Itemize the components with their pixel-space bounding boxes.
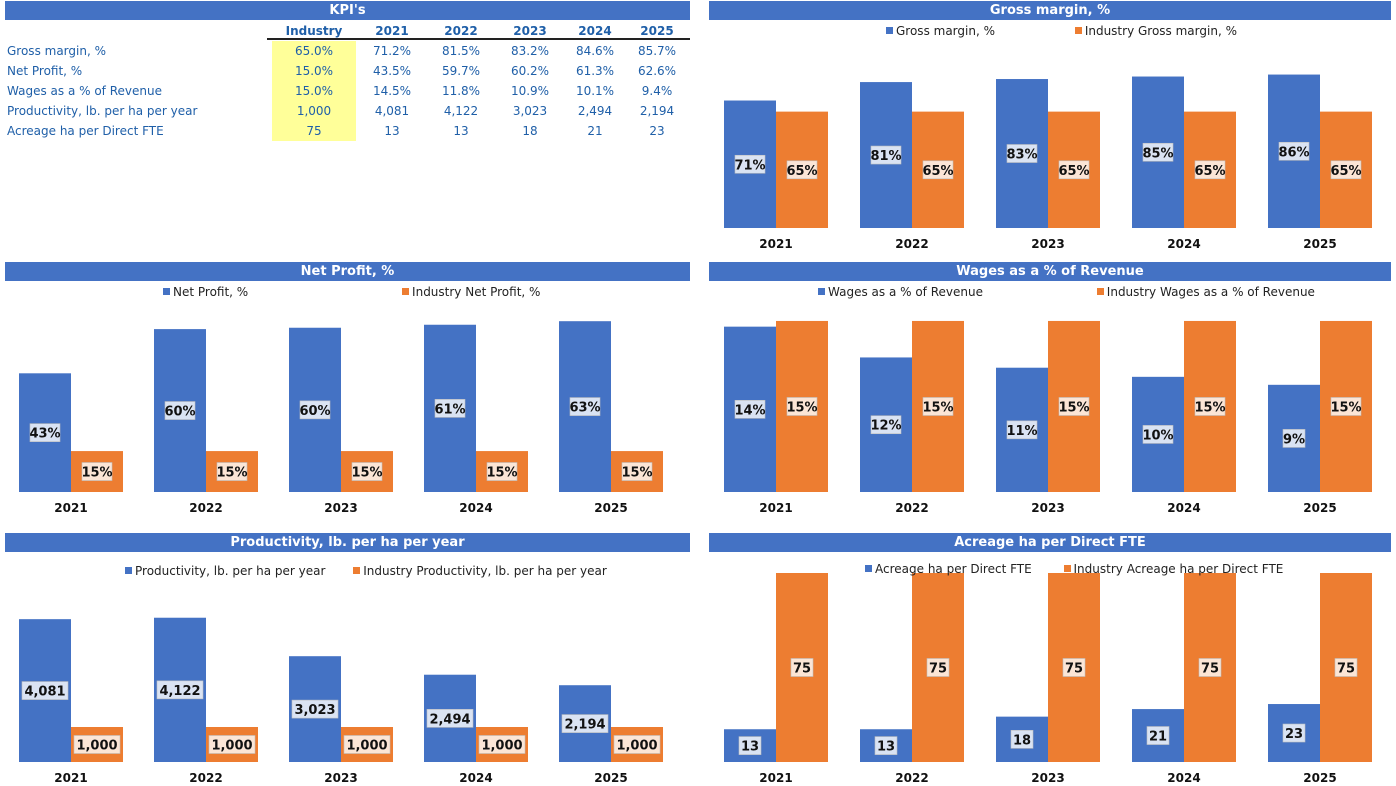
x-tick-label: 2025 <box>594 501 627 515</box>
data-label: 15% <box>1058 400 1089 415</box>
data-label: 15% <box>216 466 247 481</box>
legend-swatch-blue <box>865 565 872 572</box>
data-label: 2,494 <box>429 712 470 727</box>
acreage-legend: Acreage ha per Direct FTE Industry Acrea… <box>865 562 1283 576</box>
x-tick-label: 2021 <box>759 501 792 515</box>
data-label: 60% <box>164 405 195 420</box>
data-label: 15% <box>786 400 817 415</box>
x-tick-label: 2023 <box>1031 771 1064 785</box>
x-tick-label: 2024 <box>459 501 492 515</box>
data-label: 71% <box>734 158 765 173</box>
data-label: 10% <box>1142 428 1173 443</box>
data-label: 60% <box>299 404 330 419</box>
data-label: 75 <box>1065 662 1083 677</box>
x-tick-label: 2025 <box>1303 501 1336 515</box>
data-label: 15% <box>81 466 112 481</box>
data-label: 11% <box>1006 424 1037 439</box>
legend-item-company: Acreage ha per Direct FTE <box>865 562 1032 576</box>
legend-label: Industry Acreage ha per Direct FTE <box>1073 562 1284 576</box>
data-label: 9% <box>1283 432 1305 447</box>
data-label: 13 <box>877 740 895 755</box>
data-label: 75 <box>793 662 811 677</box>
x-tick-label: 2021 <box>54 501 87 515</box>
x-tick-label: 2022 <box>895 237 928 251</box>
data-label: 15% <box>486 466 517 481</box>
x-tick-label: 2024 <box>1167 501 1200 515</box>
data-label: 21 <box>1149 730 1167 745</box>
data-label: 15% <box>1194 400 1225 415</box>
data-label: 18 <box>1013 733 1031 748</box>
data-label: 1,000 <box>211 739 252 754</box>
data-label: 75 <box>1201 662 1219 677</box>
x-tick-label: 2024 <box>1167 771 1200 785</box>
data-label: 85% <box>1142 146 1173 161</box>
data-label: 86% <box>1278 145 1309 160</box>
x-tick-label: 2024 <box>459 771 492 785</box>
net-chart: 43% 15% 2021 60% 15% 2022 60% 15% 2023 61% 15% 2024… <box>19 321 663 515</box>
data-label: 65% <box>922 164 953 179</box>
x-tick-label: 2021 <box>54 771 87 785</box>
x-tick-label: 2025 <box>1303 237 1336 251</box>
prod-chart: 4,081 1,000 2021 4,122 1,000 2022 3,023 1,000 20… <box>19 617 663 785</box>
data-label: 65% <box>786 164 817 179</box>
data-label: 2,194 <box>564 718 605 733</box>
x-tick-label: 2022 <box>189 771 222 785</box>
data-label: 4,122 <box>159 684 200 699</box>
x-tick-label: 2025 <box>1303 771 1336 785</box>
data-label: 14% <box>734 403 765 418</box>
x-tick-label: 2023 <box>324 501 357 515</box>
x-tick-label: 2023 <box>324 771 357 785</box>
legend-item-industry: Industry Acreage ha per Direct FTE <box>1063 562 1284 576</box>
x-tick-label: 2022 <box>189 501 222 515</box>
data-label: 65% <box>1058 164 1089 179</box>
data-label: 1,000 <box>481 739 522 754</box>
data-label: 81% <box>870 149 901 164</box>
legend-label: Acreage ha per Direct FTE <box>875 562 1032 576</box>
acre-chart: 13 75 2021 13 75 2022 18 75 2023 21 75 2024 23 75 2025 <box>724 573 1372 785</box>
data-label: 65% <box>1330 164 1361 179</box>
data-label: 15% <box>922 400 953 415</box>
data-label: 75 <box>1337 662 1355 677</box>
data-label: 61% <box>434 402 465 417</box>
charts-canvas: 71% 65% 2021 81% 65% 2022 83% 65% 2023 85% 65% 2024… <box>19 74 1372 785</box>
data-label: 65% <box>1194 164 1225 179</box>
x-tick-label: 2025 <box>594 771 627 785</box>
data-label: 75 <box>929 662 947 677</box>
x-tick-label: 2024 <box>1167 237 1200 251</box>
data-label: 1,000 <box>616 739 657 754</box>
data-label: 15% <box>351 466 382 481</box>
x-tick-label: 2021 <box>759 771 792 785</box>
x-tick-label: 2023 <box>1031 501 1064 515</box>
data-label: 23 <box>1285 727 1303 742</box>
data-label: 3,023 <box>294 703 335 718</box>
data-label: 1,000 <box>346 739 387 754</box>
data-label: 4,081 <box>24 685 65 700</box>
data-label: 63% <box>569 401 600 416</box>
data-label: 15% <box>621 466 652 481</box>
data-label: 83% <box>1006 148 1037 163</box>
data-label: 15% <box>1330 400 1361 415</box>
x-tick-label: 2023 <box>1031 237 1064 251</box>
data-label: 1,000 <box>76 739 117 754</box>
x-tick-label: 2022 <box>895 771 928 785</box>
wages-chart: 14% 15% 2021 12% 15% 2022 11% 15% 2023 10% 15% 2024… <box>724 320 1372 515</box>
data-label: 43% <box>29 427 60 442</box>
data-label: 12% <box>870 419 901 434</box>
gross-chart: 71% 65% 2021 81% 65% 2022 83% 65% 2023 85% 65% 2024… <box>724 74 1372 251</box>
legend-swatch-orange <box>1063 565 1071 572</box>
data-label: 13 <box>741 740 759 755</box>
x-tick-label: 2021 <box>759 237 792 251</box>
x-tick-label: 2022 <box>895 501 928 515</box>
